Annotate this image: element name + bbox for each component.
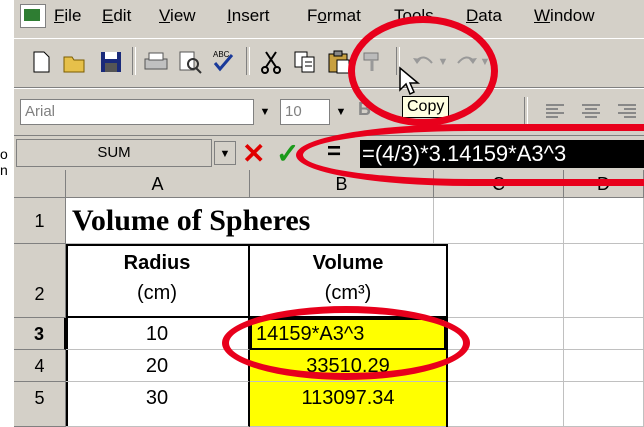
cell-c1[interactable]	[434, 198, 564, 244]
cell-d3[interactable]	[564, 318, 644, 350]
menu-bar: File Edit View Insert Format Tools Data …	[14, 0, 644, 36]
align-left-icon[interactable]	[542, 99, 568, 125]
font-size-value: 10	[285, 103, 302, 120]
cell-a4[interactable]: 20	[66, 350, 250, 382]
cell-a2-radius-header[interactable]: Radius (cm)	[66, 244, 250, 318]
font-size-combo[interactable]: 10	[280, 99, 330, 125]
bold-icon[interactable]: B	[358, 99, 384, 125]
align-right-icon[interactable]	[614, 99, 640, 125]
name-box[interactable]: SUM	[16, 139, 212, 167]
column-label: D	[597, 174, 610, 194]
radius-unit-label: (cm)	[137, 282, 177, 304]
menu-tools[interactable]: Tools	[394, 6, 434, 26]
font-name-combo[interactable]: Arial	[20, 99, 254, 125]
cancel-formula-icon[interactable]: ✕	[242, 137, 265, 170]
cell-d4[interactable]	[564, 350, 644, 382]
formula-input[interactable]: =(4/3)*3.14159*A3^3	[360, 140, 644, 168]
format-painter-icon[interactable]	[360, 49, 386, 75]
copy-icon[interactable]	[292, 49, 318, 75]
cell-b3-active[interactable]: 14159*A3^3	[250, 318, 446, 350]
svg-text:ABC: ABC	[213, 50, 230, 59]
undo-dropdown-icon[interactable]: ▼	[434, 51, 452, 73]
font-name-dropdown-icon[interactable]: ▼	[256, 101, 274, 123]
paste-icon[interactable]	[326, 49, 352, 75]
cell-c5[interactable]	[448, 382, 564, 427]
cell-a3[interactable]: 10	[66, 318, 250, 350]
menu-format[interactable]: Format	[307, 6, 361, 26]
name-box-value: SUM	[97, 144, 131, 161]
row-header-5[interactable]: 5	[14, 382, 66, 427]
volume-formula-value: 14159*A3^3	[256, 323, 365, 345]
menu-data[interactable]: Data	[466, 6, 502, 26]
cut-icon[interactable]	[258, 49, 284, 75]
font-size-dropdown-icon[interactable]: ▼	[332, 101, 350, 123]
column-header-b[interactable]: B	[250, 170, 434, 198]
formula-text: =(4/3)*3.14159*A3^3	[362, 141, 567, 166]
cell-d1[interactable]	[564, 198, 644, 244]
radius-value: 10	[145, 323, 169, 345]
menu-view[interactable]: View	[159, 6, 196, 26]
align-center-icon[interactable]	[578, 99, 604, 125]
column-label: C	[492, 174, 505, 194]
spelling-icon[interactable]: ABC	[210, 47, 236, 73]
print-icon[interactable]	[142, 49, 168, 75]
excel-app-icon[interactable]	[20, 4, 46, 28]
edit-formula-button[interactable]: =	[314, 138, 354, 166]
name-box-dropdown-icon[interactable]: ▼	[214, 141, 236, 165]
mouse-cursor-icon	[398, 66, 424, 105]
cell-c2[interactable]	[448, 244, 564, 318]
new-icon[interactable]	[28, 49, 54, 75]
radius-value: 30	[145, 387, 169, 409]
equals-sign: =	[326, 138, 341, 165]
save-icon[interactable]	[98, 49, 124, 75]
cell-c3[interactable]	[448, 318, 564, 350]
column-label: B	[335, 174, 348, 194]
menu-window[interactable]: Window	[534, 6, 594, 26]
print-preview-icon[interactable]	[176, 49, 202, 75]
cell-a1-title[interactable]: Volume of Spheres	[66, 198, 434, 244]
row-label: 2	[34, 284, 45, 304]
radius-header-label: Radius	[123, 252, 191, 274]
menu-edit[interactable]: Edit	[102, 6, 131, 26]
column-header-d[interactable]: D	[564, 170, 644, 198]
row-label: 3	[33, 324, 44, 344]
formatting-toolbar: Arial ▼ 10 ▼ B	[14, 88, 644, 136]
column-label: A	[151, 174, 164, 194]
left-edge-text-line: n	[0, 162, 8, 178]
cell-a5[interactable]: 30	[66, 382, 250, 427]
open-icon[interactable]	[62, 49, 88, 75]
menu-insert[interactable]: Insert	[227, 6, 270, 26]
volume-value: 113097.34	[301, 387, 395, 409]
row-header-4[interactable]: 4	[14, 350, 66, 382]
volume-value: 33510.29	[306, 355, 390, 377]
radius-value: 20	[145, 355, 169, 377]
row-label: 1	[34, 211, 45, 231]
worksheet-grid: A B C D 1 2 3 4 5 Volume of Spheres Radi…	[14, 170, 644, 427]
volume-header-label: Volume	[312, 252, 384, 274]
volume-unit-label: (cm³)	[324, 282, 372, 304]
font-name-value: Arial	[25, 103, 56, 120]
column-header-a[interactable]: A	[66, 170, 250, 198]
menu-file[interactable]: File	[54, 6, 81, 26]
cell-b2-volume-header[interactable]: Volume (cm³)	[250, 244, 446, 318]
excel-window: File Edit View Insert Format Tools Data …	[14, 0, 644, 427]
standard-toolbar: ABC ▼ ▼	[14, 38, 644, 88]
enter-formula-icon[interactable]: ✓	[276, 137, 299, 170]
select-all-corner[interactable]	[14, 170, 66, 198]
cell-d5[interactable]	[564, 382, 644, 427]
row-header-3[interactable]: 3	[14, 318, 66, 350]
row-header-2[interactable]: 2	[14, 244, 66, 318]
redo-dropdown-icon[interactable]: ▼	[476, 51, 494, 73]
left-edge-text-line: o	[0, 146, 8, 162]
cell-b5[interactable]: 113097.34	[250, 382, 446, 427]
row-header-1[interactable]: 1	[14, 198, 66, 244]
column-header-c[interactable]: C	[434, 170, 564, 198]
cell-b4[interactable]: 33510.29	[250, 350, 446, 382]
row-label: 4	[34, 356, 45, 376]
row-label: 5	[34, 388, 45, 408]
sheet-title: Volume of Spheres	[72, 204, 311, 237]
left-edge-text: o n	[0, 146, 8, 178]
cell-c4[interactable]	[448, 350, 564, 382]
cell-d2[interactable]	[564, 244, 644, 318]
